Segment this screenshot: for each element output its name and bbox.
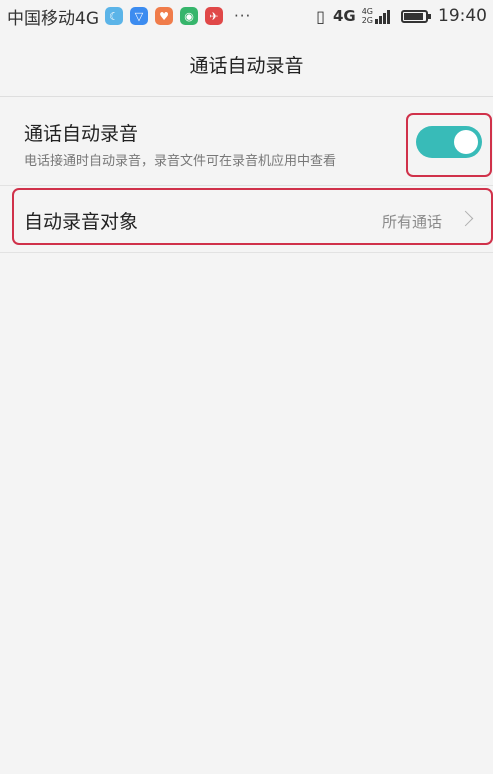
vibrate-icon: ▯	[316, 6, 325, 26]
signal-icon	[375, 8, 391, 24]
carrier-label: 中国移动4G	[7, 8, 99, 29]
network-type: 4G	[332, 7, 356, 25]
auto-record-title: 通话自动录音	[24, 123, 139, 145]
status-bar: 中国移动4G ☾ ▽ ♥ ◉ ✈ ··· ▯ 4G 4G 2G 19:40	[0, 0, 493, 32]
auto-record-toggle[interactable]	[416, 126, 482, 158]
page-title: 通话自动录音	[189, 54, 304, 77]
plane-app-icon: ✈	[205, 7, 223, 25]
shield-app-icon: ▽	[130, 7, 148, 25]
more-notifications-icon: ···	[234, 7, 252, 25]
status-right: ▯ 4G 4G 2G 19:40	[316, 0, 487, 32]
clock: 19:40	[438, 6, 487, 26]
network-bottom-label: 2G	[361, 16, 373, 25]
heart-app-icon: ♥	[155, 7, 173, 25]
network-stack: 4G 2G	[362, 7, 373, 25]
moon-app-icon: ☾	[105, 7, 123, 25]
record-target-title: 自动录音对象	[24, 211, 139, 233]
battery-icon	[401, 9, 431, 23]
title-bar: 通话自动录音	[0, 32, 493, 97]
toggle-knob	[454, 130, 478, 154]
network-top-label: 4G	[361, 7, 373, 16]
notification-icons: ☾ ▽ ♥ ◉ ✈ ···	[105, 7, 251, 25]
eye-app-icon: ◉	[180, 7, 198, 25]
auto-record-subtitle: 电话接通时自动录音，录音文件可在录音机应用中查看	[24, 154, 337, 169]
auto-record-row: 通话自动录音 电话接通时自动录音，录音文件可在录音机应用中查看	[0, 97, 493, 186]
record-target-value: 所有通话	[381, 213, 442, 231]
record-target-row[interactable]: 自动录音对象 所有通话	[0, 186, 493, 253]
